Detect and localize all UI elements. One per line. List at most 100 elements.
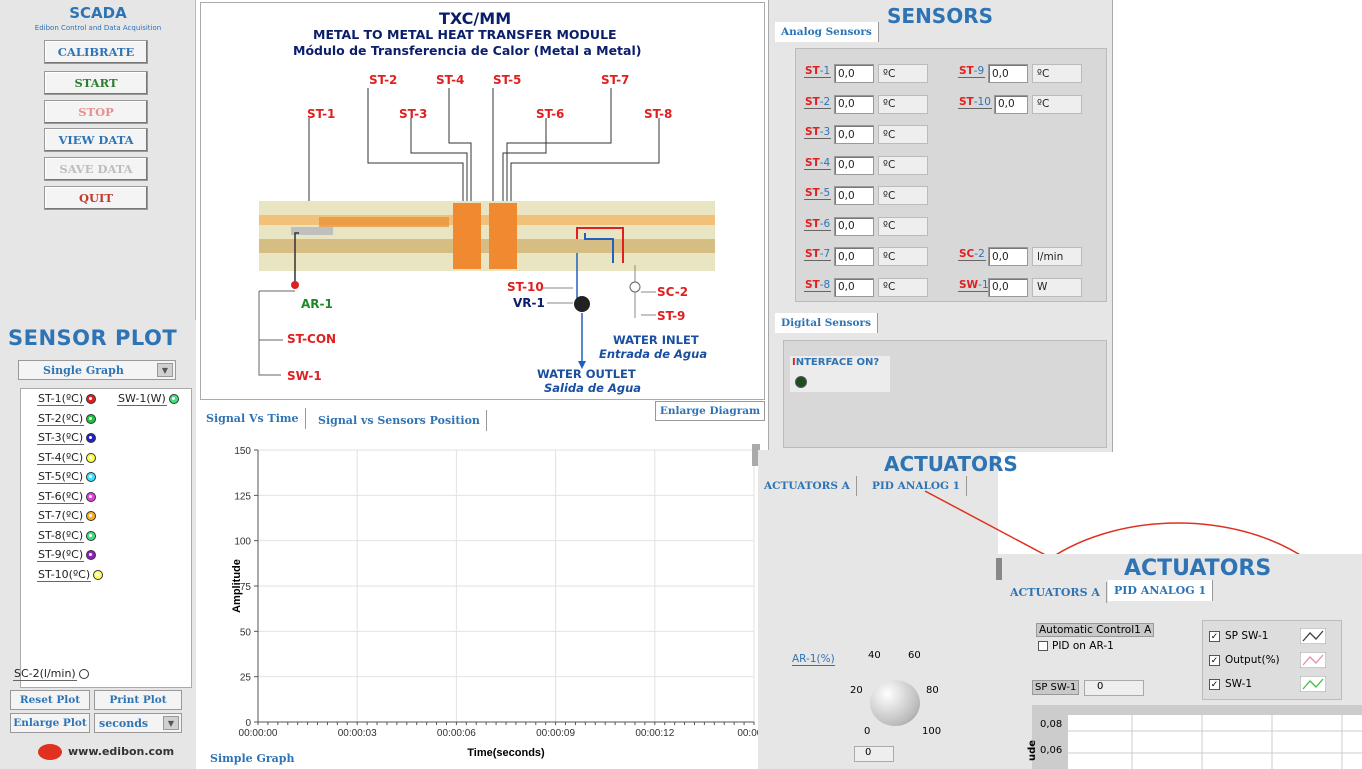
sensor-value-field: 0,0 — [988, 247, 1028, 266]
sensor-unit: ºC — [878, 277, 928, 297]
sensor-unit: ºC — [878, 125, 928, 144]
sensors-title: SENSORS — [887, 4, 994, 28]
legend-color-icon[interactable] — [86, 394, 97, 404]
zoom-tab-actuators-a[interactable]: ACTUATORS A — [1004, 582, 1107, 603]
tab-pid-analog-1[interactable]: PID ANALOG 1 — [866, 476, 967, 496]
legend-color-icon[interactable] — [93, 569, 104, 580]
tab-simple-graph[interactable]: Simple Graph — [210, 752, 295, 765]
ar1-knob[interactable] — [870, 680, 920, 726]
legend-color-icon[interactable] — [86, 511, 97, 521]
time-units-select[interactable]: seconds ▼ — [94, 713, 182, 733]
sensor-unit: ºC — [1032, 94, 1082, 114]
legend-color-icon[interactable] — [86, 530, 97, 541]
tab-digital-sensors[interactable]: Digital Sensors — [775, 313, 878, 333]
zoom-grid — [1068, 715, 1362, 769]
legend-item-sw1[interactable]: SW-1(W) — [117, 392, 179, 406]
checkbox-icon[interactable]: ✓ — [1209, 654, 1220, 666]
plot-legend: ST-1(ºC) ST-2(ºC) ST-3(ºC) ST-4(ºC) ST-5(ºC)… — [13, 388, 192, 688]
sensor-unit: ºC — [878, 155, 928, 175]
sensor-unit: W — [1032, 277, 1082, 297]
zoom-legend-item[interactable]: ✓ SW-1 — [1209, 676, 1326, 692]
y-tick-label: 125 — [234, 491, 251, 502]
y-tick-label: 100 — [234, 537, 251, 548]
ar1-value-field[interactable]: 0 — [854, 746, 894, 762]
signal-chart: 0 25 50 75 100 125 150 00:00:00 00:00:03 00:00:06… — [196, 432, 766, 769]
label-st5: ST-5 — [493, 73, 522, 87]
graph-mode-value: Single Graph — [43, 363, 124, 377]
legend-color-icon[interactable] — [168, 394, 179, 404]
graph-mode-select[interactable]: Single Graph ▼ — [18, 360, 176, 380]
legend-color-icon[interactable] — [86, 452, 97, 463]
sensor-unit: ºC — [878, 216, 928, 236]
enlarge-plot-button[interactable]: Enlarge Plot — [10, 713, 90, 733]
legend-item[interactable]: ST-1(ºC) — [37, 392, 97, 406]
sensor-value-field: 0,0 — [988, 277, 1028, 297]
start-button[interactable]: START — [44, 71, 148, 95]
sensor-tag: ST-3 — [804, 126, 832, 139]
water-outlet-label: WATER OUTLET — [537, 367, 636, 381]
legend-item-sc2[interactable]: SC-2(l/min) — [13, 667, 89, 681]
sensor-value-field: 0,0 — [834, 186, 874, 205]
sensor-tag-prefix: ST — [805, 95, 820, 108]
sensor-plot-panel: SENSOR PLOT Single Graph ▼ ST-1(ºC) ST-2(… — [0, 320, 196, 769]
knob-tick-100: 100 — [922, 726, 942, 737]
tab-analog-sensors[interactable]: Analog Sensors — [775, 22, 879, 42]
knob-tick-60: 60 — [908, 650, 921, 661]
legend-color-icon[interactable] — [86, 550, 97, 560]
legend-color-icon[interactable] — [86, 413, 97, 424]
legend-item[interactable]: ST-10(ºC) — [37, 568, 104, 582]
reset-plot-button[interactable]: Reset Plot — [10, 690, 90, 710]
sensor-tag-prefix: ST — [805, 65, 820, 77]
sensor-tag-rest: -7 — [819, 248, 831, 260]
legend-color-icon[interactable] — [86, 491, 97, 502]
sensor-value-field: 0,0 — [994, 94, 1028, 114]
label-sc2: SC-2 — [657, 285, 689, 299]
sensors-panel: SENSORS Analog Sensors ST-1 0,0 ºC ST-2 0,0 º… — [768, 0, 1113, 452]
legend-item[interactable]: ST-7(ºC) — [37, 509, 97, 523]
chevron-down-icon[interactable]: ▼ — [157, 363, 173, 377]
legend-item[interactable]: ST-6(ºC) — [37, 490, 97, 504]
zoom-tab-pid-analog-1[interactable]: PID ANALOG 1 — [1108, 580, 1214, 601]
sensor-tag-prefix: ST — [959, 95, 974, 108]
pid-checkbox[interactable]: PID on AR-1 — [1038, 640, 1114, 652]
checkbox-icon[interactable]: ✓ — [1209, 678, 1220, 690]
checkbox-icon[interactable]: ✓ — [1209, 630, 1220, 642]
label-stcon: ST-CON — [287, 332, 337, 346]
checkbox-icon[interactable] — [1038, 641, 1048, 651]
legend-item[interactable]: ST-3(ºC) — [37, 431, 97, 445]
sensor-tag-prefix: ST — [805, 156, 820, 169]
tab-signal-vs-time[interactable]: Signal Vs Time — [200, 408, 306, 429]
stop-button[interactable]: STOP — [44, 100, 148, 124]
save-data-button[interactable]: SAVE DATA — [44, 157, 148, 181]
print-plot-button[interactable]: Print Plot — [94, 690, 182, 710]
sensor-tag: ST-9 — [958, 65, 986, 78]
legend-label: ST-8(ºC) — [37, 528, 85, 543]
sensor-tag: SC-2 — [958, 248, 986, 261]
sensor-tag: ST-4 — [804, 156, 832, 170]
chevron-down-icon[interactable]: ▼ — [163, 716, 179, 730]
zoom-legend-item[interactable]: ✓ Output(%) — [1209, 652, 1326, 668]
sensor-unit: ºC — [878, 64, 928, 83]
tab-actuators-a[interactable]: ACTUATORS A — [758, 476, 857, 496]
legend-item[interactable]: ST-9(ºC) — [37, 548, 97, 562]
legend-item[interactable]: ST-4(ºC) — [37, 451, 97, 465]
enlarge-diagram-button[interactable]: Enlarge Diagram — [655, 401, 765, 421]
sp-sw1-field[interactable]: 0 — [1084, 680, 1144, 696]
legend-item[interactable]: ST-8(ºC) — [37, 528, 97, 543]
legend-item[interactable]: ST-5(ºC) — [37, 470, 97, 484]
label-vr1: VR-1 — [513, 296, 545, 310]
calibrate-button[interactable]: CALIBRATE — [44, 40, 148, 64]
line-sample-icon — [1300, 652, 1326, 668]
legend-color-icon[interactable] — [78, 669, 89, 679]
legend-color-icon[interactable] — [86, 472, 97, 482]
sensor-tag: ST-1 — [804, 65, 832, 78]
view-data-button[interactable]: VIEW DATA — [44, 128, 148, 152]
tab-signal-vs-position[interactable]: Signal vs Sensors Position — [312, 410, 487, 431]
zoom-legend-item[interactable]: ✓ SP SW-1 — [1209, 628, 1326, 644]
sensor-tag-rest: -9 — [973, 65, 985, 77]
quit-button[interactable]: QUIT — [44, 186, 148, 210]
legend-item[interactable]: ST-2(ºC) — [37, 412, 97, 426]
sensor-tag-rest: -2 — [974, 248, 985, 260]
label-st2: ST-2 — [369, 73, 398, 87]
legend-color-icon[interactable] — [86, 433, 97, 443]
